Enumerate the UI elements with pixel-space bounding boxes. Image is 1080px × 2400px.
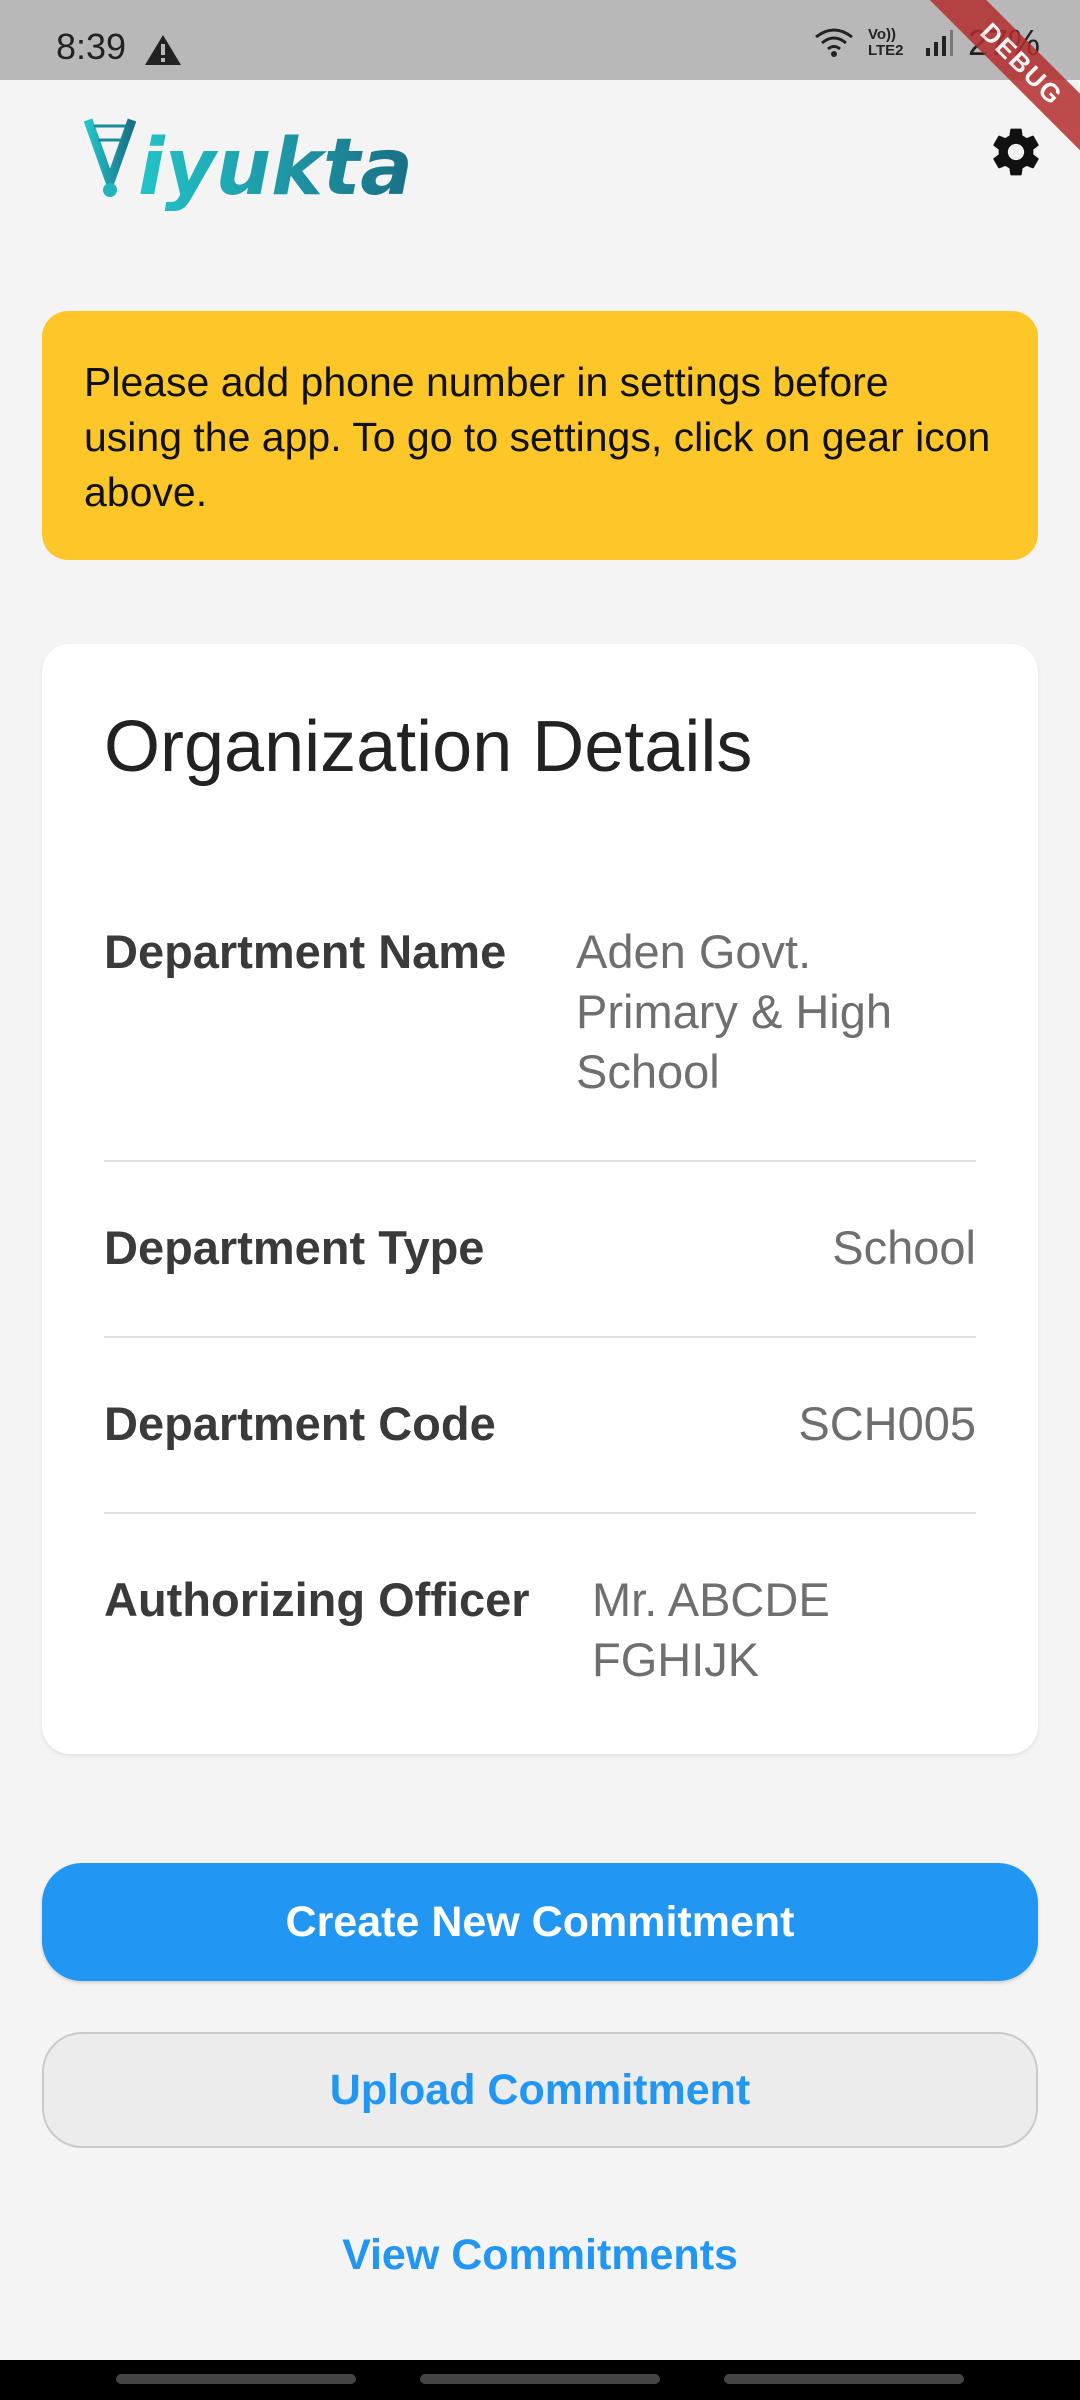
nav-back-button[interactable] [724, 2374, 964, 2384]
phone-number-alert: Please add phone number in settings befo… [42, 311, 1038, 560]
system-nav-bar [0, 2360, 1080, 2400]
warning-icon [145, 35, 181, 65]
detail-row-department-code: Department Code SCH005 [104, 1394, 976, 1454]
detail-row-department-name: Department Name Aden Govt. Primary & Hig… [104, 922, 976, 1102]
detail-value: Mr. ABCDE FGHIJK [592, 1573, 830, 1686]
detail-label: Department Name [104, 925, 507, 978]
organization-details-card: Organization Details Department Name Ade… [42, 644, 1038, 1754]
upload-commitment-button[interactable]: Upload Commitment [42, 2032, 1038, 2148]
detail-label: Department Type [104, 1221, 485, 1274]
wifi-icon [815, 28, 853, 57]
card-title: Organization Details [104, 707, 753, 787]
detail-value: SCH005 [798, 1397, 976, 1450]
nav-recent-button[interactable] [116, 2374, 356, 2384]
network-label: Vo)) LTE2 [867, 26, 904, 59]
alert-message: Please add phone number in settings befo… [84, 359, 991, 515]
divider [104, 1336, 976, 1338]
divider [104, 1160, 976, 1162]
view-commitments-button[interactable]: View Commitments [42, 2200, 1038, 2310]
status-time: 8:39 [56, 26, 127, 67]
status-bar: 8:39 Vo)) LTE2 27% DEBUG [0, 0, 1080, 163]
detail-value: Aden Govt. Primary & High School [576, 925, 893, 1098]
signal-icon [925, 30, 953, 56]
divider [104, 1512, 976, 1514]
view-commitments-label: View Commitments [342, 2230, 738, 2279]
create-commitment-button[interactable]: Create New Commitment [42, 1863, 1038, 1981]
nav-home-button[interactable] [420, 2374, 660, 2384]
detail-label: Authorizing Officer [104, 1573, 530, 1626]
detail-row-authorizing-officer: Authorizing Officer Mr. ABCDE FGHIJK [104, 1570, 976, 1690]
gear-icon[interactable] [988, 124, 1044, 180]
create-commitment-label: Create New Commitment [285, 1897, 795, 1946]
detail-row-department-type: Department Type School [104, 1218, 976, 1278]
svg-text:iyukta: iyukta [138, 123, 413, 212]
detail-value: School [832, 1221, 976, 1274]
detail-label: Department Code [104, 1397, 496, 1450]
upload-commitment-label: Upload Commitment [329, 2065, 751, 2114]
app-logo: iyukta [84, 118, 413, 212]
